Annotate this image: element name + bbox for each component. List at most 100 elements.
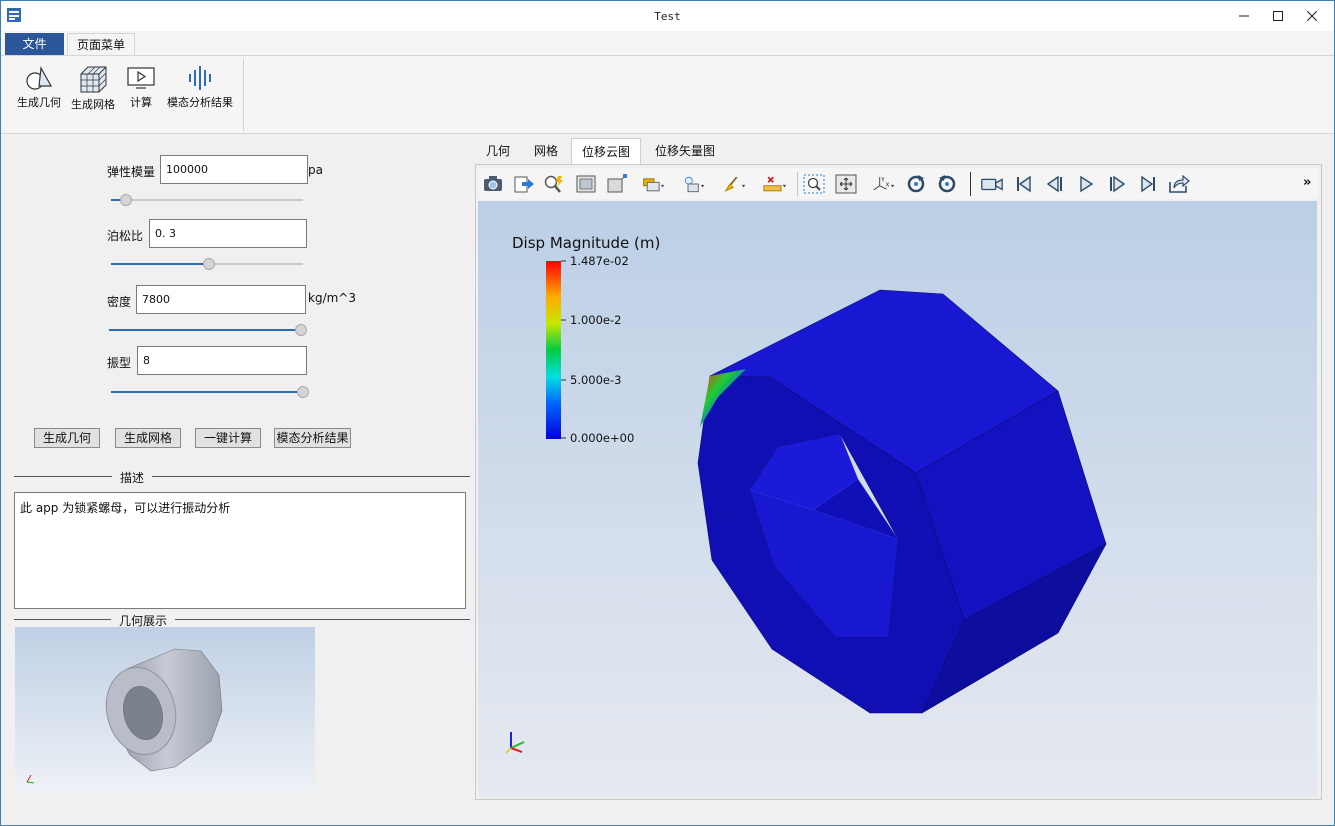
tab-displacement-contour[interactable]: 位移云图 bbox=[571, 138, 641, 164]
svg-text:Y: Y bbox=[880, 177, 885, 183]
parameter-panel: 弹性模量 100000 pa 泊松比 0. 3 密度 7800 kg/m^3 振… bbox=[5, 136, 473, 824]
legend-tick-min: 0.000e+00 bbox=[570, 431, 634, 445]
geometry-icon bbox=[26, 66, 53, 90]
slider-thumb[interactable] bbox=[297, 386, 309, 398]
tab-displacement-vector[interactable]: 位移矢量图 bbox=[645, 138, 725, 164]
slider-fill bbox=[109, 329, 301, 331]
play-screen-icon bbox=[127, 67, 155, 89]
density-unit: kg/m^3 bbox=[308, 291, 356, 305]
brush-icon[interactable] bbox=[723, 172, 747, 196]
maximize-button[interactable] bbox=[1261, 1, 1295, 31]
generate-geometry-button[interactable]: 生成几何 bbox=[34, 428, 100, 448]
window-title: Test bbox=[654, 10, 681, 23]
first-frame-icon[interactable] bbox=[1012, 172, 1036, 196]
elastic-modulus-label: 弹性模量 bbox=[106, 165, 155, 179]
axes-icon[interactable]: YX bbox=[872, 172, 896, 196]
mode-shape-slider[interactable] bbox=[111, 386, 309, 398]
viewer-toolbar: YX » bbox=[479, 168, 1319, 199]
light-icon[interactable] bbox=[682, 172, 706, 196]
ruler-icon[interactable] bbox=[763, 172, 787, 196]
export-anim-icon[interactable] bbox=[1167, 172, 1191, 196]
elastic-modulus-slider[interactable] bbox=[111, 194, 303, 206]
modal-results-button[interactable]: 模态分析结果 bbox=[274, 428, 351, 448]
legend-tick-max: 1.487e-02 bbox=[570, 254, 629, 268]
ribbon-generate-mesh-label: 生成网格 bbox=[71, 98, 115, 111]
maximize-icon bbox=[1273, 11, 1283, 21]
waveform-icon bbox=[189, 66, 211, 90]
legend-colorbar bbox=[546, 261, 561, 439]
geometry-group-divider bbox=[14, 619, 470, 620]
mode-shape-input[interactable]: 8 bbox=[137, 346, 307, 375]
ribbon-generate-geometry-label: 生成几何 bbox=[17, 96, 61, 109]
box-icon[interactable] bbox=[605, 172, 629, 196]
ribbon-generate-mesh-button[interactable]: 生成网格 bbox=[69, 64, 117, 112]
fit-icon[interactable] bbox=[834, 172, 858, 196]
density-slider[interactable] bbox=[109, 324, 307, 336]
toolbar-overflow-button[interactable]: » bbox=[1303, 175, 1311, 190]
next-frame-icon[interactable] bbox=[1105, 172, 1129, 196]
last-frame-icon[interactable] bbox=[1136, 172, 1160, 196]
geometry-preview bbox=[15, 627, 315, 792]
ribbon-modal-results-label: 模态分析结果 bbox=[167, 96, 233, 109]
frame-icon[interactable] bbox=[574, 172, 598, 196]
camera-icon[interactable] bbox=[481, 172, 505, 196]
nut-mesh-render: Disp Magnitude (m) 1.487e-02 1.000e-2 5.… bbox=[505, 234, 1107, 754]
nut-preview-drawing bbox=[26, 648, 223, 784]
description-group-title: 描述 bbox=[112, 469, 153, 486]
export-icon[interactable] bbox=[512, 172, 536, 196]
ribbon-separator bbox=[243, 59, 244, 131]
ribbon-compute-button[interactable]: 计算 bbox=[123, 64, 159, 110]
slider-thumb[interactable] bbox=[202, 258, 215, 270]
preview-axes-icon bbox=[26, 774, 35, 784]
close-button[interactable] bbox=[1295, 1, 1329, 31]
toolbar-separator bbox=[970, 172, 971, 196]
rotate-ccw-icon[interactable] bbox=[935, 172, 959, 196]
poisson-ratio-slider[interactable] bbox=[111, 258, 303, 270]
slider-thumb[interactable] bbox=[120, 194, 133, 206]
density-input[interactable]: 7800 bbox=[136, 285, 306, 314]
displacement-contour-canvas[interactable]: Disp Magnitude (m) 1.487e-02 1.000e-2 5.… bbox=[478, 201, 1317, 797]
legend-tick-mid-low: 5.000e-3 bbox=[570, 373, 621, 387]
minimize-icon bbox=[1239, 15, 1249, 17]
app-window: Test 文件 页面菜单 生成几何 生成网格 计算 模态分析结果 弹性模量 10… bbox=[0, 0, 1335, 826]
tab-file[interactable]: 文件 bbox=[5, 33, 64, 55]
description-textbox[interactable]: 此 app 为锁紧螺母，可以进行振动分析 bbox=[14, 492, 466, 609]
ribbon-panel: 生成几何 生成网格 计算 模态分析结果 bbox=[1, 55, 1334, 134]
svg-text:X: X bbox=[886, 183, 890, 189]
slider-thumb[interactable] bbox=[295, 324, 307, 336]
minimize-button[interactable] bbox=[1227, 1, 1261, 31]
one-click-compute-button[interactable]: 一键计算 bbox=[195, 428, 261, 448]
ribbon-tab-bar: 文件 页面菜单 bbox=[1, 31, 1334, 55]
tab-geometry[interactable]: 几何 bbox=[477, 138, 519, 164]
layer-icon[interactable] bbox=[642, 172, 666, 196]
elastic-modulus-input[interactable]: 100000 bbox=[160, 155, 308, 184]
close-icon bbox=[1307, 11, 1317, 21]
ribbon-generate-geometry-button[interactable]: 生成几何 bbox=[15, 64, 63, 110]
rotate-cw-icon[interactable] bbox=[904, 172, 928, 196]
play-icon[interactable] bbox=[1074, 172, 1098, 196]
prev-frame-icon[interactable] bbox=[1043, 172, 1067, 196]
orientation-axes-icon bbox=[505, 732, 525, 754]
toolbar-separator bbox=[797, 172, 798, 196]
legend-title: Disp Magnitude (m) bbox=[512, 234, 660, 252]
density-label: 密度 bbox=[106, 295, 131, 309]
poisson-ratio-label: 泊松比 bbox=[106, 229, 143, 243]
poisson-ratio-input[interactable]: 0. 3 bbox=[149, 219, 307, 248]
zoom-region-icon[interactable] bbox=[802, 172, 826, 196]
mesh-cube-icon bbox=[80, 66, 107, 93]
mode-shape-label: 振型 bbox=[106, 356, 131, 370]
zoom-query-icon[interactable] bbox=[542, 172, 566, 196]
legend-tick-mid-high: 1.000e-2 bbox=[570, 313, 621, 327]
slider-fill bbox=[111, 391, 303, 393]
video-icon[interactable] bbox=[980, 172, 1004, 196]
generate-mesh-button[interactable]: 生成网格 bbox=[115, 428, 181, 448]
ribbon-modal-results-button[interactable]: 模态分析结果 bbox=[165, 64, 235, 110]
tab-page-menu[interactable]: 页面菜单 bbox=[67, 33, 135, 55]
slider-fill bbox=[111, 263, 209, 265]
title-bar: Test bbox=[1, 1, 1334, 31]
ribbon-compute-label: 计算 bbox=[130, 96, 152, 109]
description-group-divider bbox=[14, 476, 470, 477]
slider-track bbox=[111, 199, 303, 201]
elastic-modulus-unit: pa bbox=[308, 163, 323, 177]
tab-mesh[interactable]: 网格 bbox=[523, 138, 569, 164]
